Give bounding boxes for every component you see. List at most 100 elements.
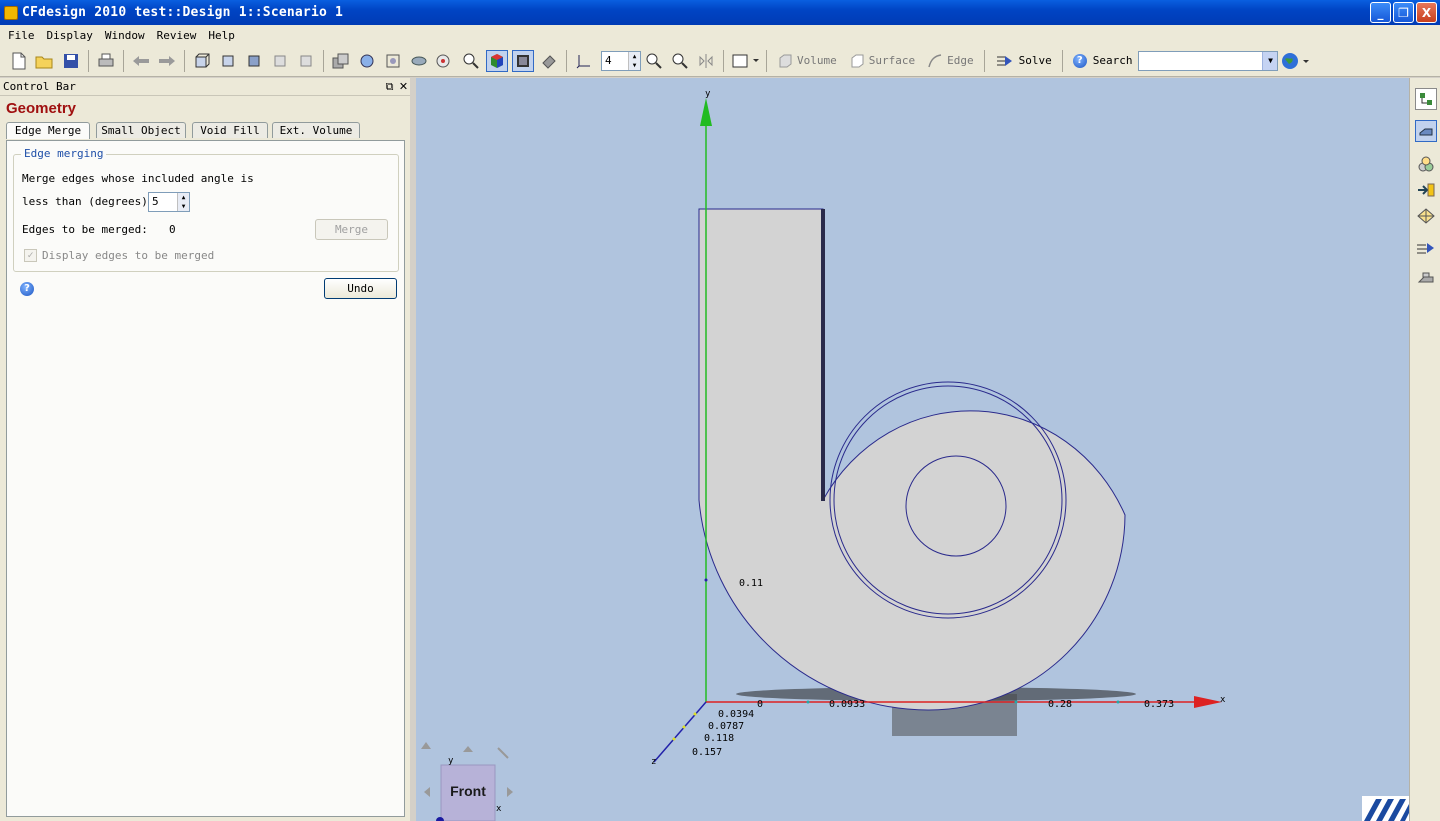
- layers-icon[interactable]: [330, 50, 352, 72]
- tab-edge-merge[interactable]: Edge Merge: [6, 122, 90, 139]
- spin-up-icon[interactable]: ▲: [629, 51, 640, 61]
- menu-help[interactable]: Help: [204, 29, 243, 42]
- rotate-icon[interactable]: [356, 50, 378, 72]
- 3d-viewport[interactable]: y x z 0.11 0 0.0933 0.28 0.373 0.0394 0.…: [416, 78, 1409, 821]
- orbit-icon[interactable]: [434, 50, 456, 72]
- design-tree-icon[interactable]: [1415, 88, 1437, 110]
- mirror-icon[interactable]: [695, 50, 717, 72]
- angle-value: 5: [152, 195, 159, 208]
- x-tick-dot: [1116, 700, 1120, 704]
- axis-triad-icon[interactable]: [573, 50, 595, 72]
- close-panel-icon[interactable]: ✕: [397, 80, 410, 93]
- z-tick-label-1: 0.0787: [708, 721, 744, 732]
- view-cube[interactable]: Front y x: [421, 742, 513, 821]
- tab-small-object[interactable]: Small Object: [96, 122, 186, 138]
- display-edges-checkbox[interactable]: ✓: [24, 249, 37, 262]
- volume-label: Volume: [797, 54, 837, 67]
- y-tick-label: 0.11: [739, 578, 763, 589]
- wireframe-icon[interactable]: [512, 49, 534, 72]
- open-folder-icon[interactable]: [34, 50, 56, 72]
- angle-down-icon[interactable]: ▼: [178, 202, 189, 211]
- volute-body: [698, 208, 1126, 711]
- solve-arrow-icon: [996, 55, 1012, 66]
- zoom-out-icon[interactable]: [669, 50, 691, 72]
- surface-button[interactable]: Surface: [843, 53, 921, 69]
- angle-stepper[interactable]: 5 ▲ ▼: [148, 192, 190, 212]
- boundary-conditions-icon[interactable]: [1415, 179, 1437, 201]
- angle-up-icon[interactable]: ▲: [178, 193, 189, 202]
- shaded-cube-icon[interactable]: [486, 49, 508, 72]
- materials-icon[interactable]: [1415, 153, 1437, 175]
- tab-ext-volume[interactable]: Ext. Volume: [272, 122, 360, 138]
- eraser-icon[interactable]: [538, 50, 560, 72]
- control-bar-panel: Control Bar ⧉ ✕ Geometry Edge Merge Smal…: [0, 78, 410, 821]
- menu-file[interactable]: File: [4, 29, 43, 42]
- tab-bar: Edge Merge Small Object Void Fill Ext. V…: [6, 122, 410, 139]
- view-front-icon[interactable]: [217, 50, 239, 72]
- view-cube-face-label: Front: [450, 783, 486, 799]
- control-bar-header: Control Bar ⧉ ✕: [0, 78, 410, 96]
- inlet-edge: [821, 209, 825, 501]
- view-level-stepper[interactable]: 4 ▲ ▼: [601, 50, 641, 71]
- view-cube-left-arrow-icon: [424, 787, 430, 797]
- right-toolbar: [1409, 78, 1440, 821]
- forward-arrow-icon[interactable]: [156, 50, 178, 72]
- restore-button[interactable]: ❐: [1393, 2, 1414, 23]
- view-cube-right-arrow-icon: [507, 787, 513, 797]
- merge-text-line2: less than (degrees):: [22, 195, 155, 208]
- menu-window[interactable]: Window: [101, 29, 153, 42]
- menu-bar: File Display Window Review Help: [0, 25, 1440, 45]
- z-tick-label-0: 0.0394: [718, 709, 754, 720]
- solve-button[interactable]: Solve: [989, 53, 1058, 69]
- edge-merging-group: Edge merging Merge edges whose included …: [13, 147, 399, 272]
- zoom-in-icon[interactable]: [643, 50, 665, 72]
- pan-icon[interactable]: [408, 50, 430, 72]
- view-top-icon[interactable]: [269, 50, 291, 72]
- undo-button[interactable]: Undo: [324, 278, 397, 299]
- edges-label: Edges to be merged:: [22, 223, 148, 236]
- help-icon[interactable]: ?: [1072, 53, 1087, 68]
- fit-view-icon[interactable]: [382, 50, 404, 72]
- tab-void-fill[interactable]: Void Fill: [192, 122, 268, 138]
- spin-down-icon[interactable]: ▼: [629, 60, 640, 70]
- close-button[interactable]: X: [1416, 2, 1437, 23]
- x-tick-label-3: 0.373: [1144, 699, 1174, 710]
- menu-display[interactable]: Display: [43, 29, 101, 42]
- view-iso-icon[interactable]: [191, 50, 213, 72]
- window-title: CFdesign 2010 test::Design 1::Scenario 1: [22, 5, 344, 20]
- edge-label: Edge: [947, 54, 974, 67]
- results-icon[interactable]: [1415, 267, 1437, 289]
- float-panel-icon[interactable]: ⧉: [383, 80, 396, 93]
- print-icon[interactable]: [95, 50, 117, 72]
- menu-review[interactable]: Review: [153, 29, 205, 42]
- window-layout-icon[interactable]: [730, 50, 760, 72]
- z-tick-dot: [672, 737, 676, 741]
- new-file-icon[interactable]: [8, 50, 30, 72]
- back-arrow-icon[interactable]: [130, 50, 152, 72]
- solve-label: Solve: [1018, 54, 1052, 67]
- view-side-icon[interactable]: [243, 50, 265, 72]
- axis-x-label: x: [1220, 695, 1226, 705]
- minimize-button[interactable]: _: [1370, 2, 1391, 23]
- globe-icon[interactable]: [1280, 50, 1310, 72]
- zoom-window-icon[interactable]: [460, 50, 482, 72]
- view-cube-up-arrow-icon: [463, 746, 473, 752]
- surface-icon: [851, 54, 864, 67]
- solve-tool-icon[interactable]: [1415, 237, 1437, 259]
- edge-merge-panel: Edge merging Merge edges whose included …: [6, 140, 405, 817]
- search-input[interactable]: ▼: [1138, 50, 1279, 71]
- volume-button[interactable]: Volume: [771, 53, 843, 69]
- main-toolbar: 4 ▲ ▼ Volume Surface Edge Solve ? Search …: [0, 45, 1440, 77]
- edge-button[interactable]: Edge: [921, 53, 980, 69]
- panel-help-icon[interactable]: ?: [20, 282, 34, 296]
- view-level-value: 4: [605, 54, 612, 67]
- chevron-down-icon[interactable]: ▼: [1262, 51, 1278, 70]
- save-icon[interactable]: [60, 50, 82, 72]
- view-bottom-icon[interactable]: [295, 50, 317, 72]
- merge-button[interactable]: Merge: [315, 219, 388, 240]
- geometry-tool-icon[interactable]: [1415, 120, 1437, 142]
- mesh-icon[interactable]: [1415, 205, 1437, 227]
- x-tick-label-2: 0.28: [1048, 699, 1072, 710]
- view-cube-y-label: y: [448, 756, 454, 766]
- y-tick-dot: [704, 578, 708, 582]
